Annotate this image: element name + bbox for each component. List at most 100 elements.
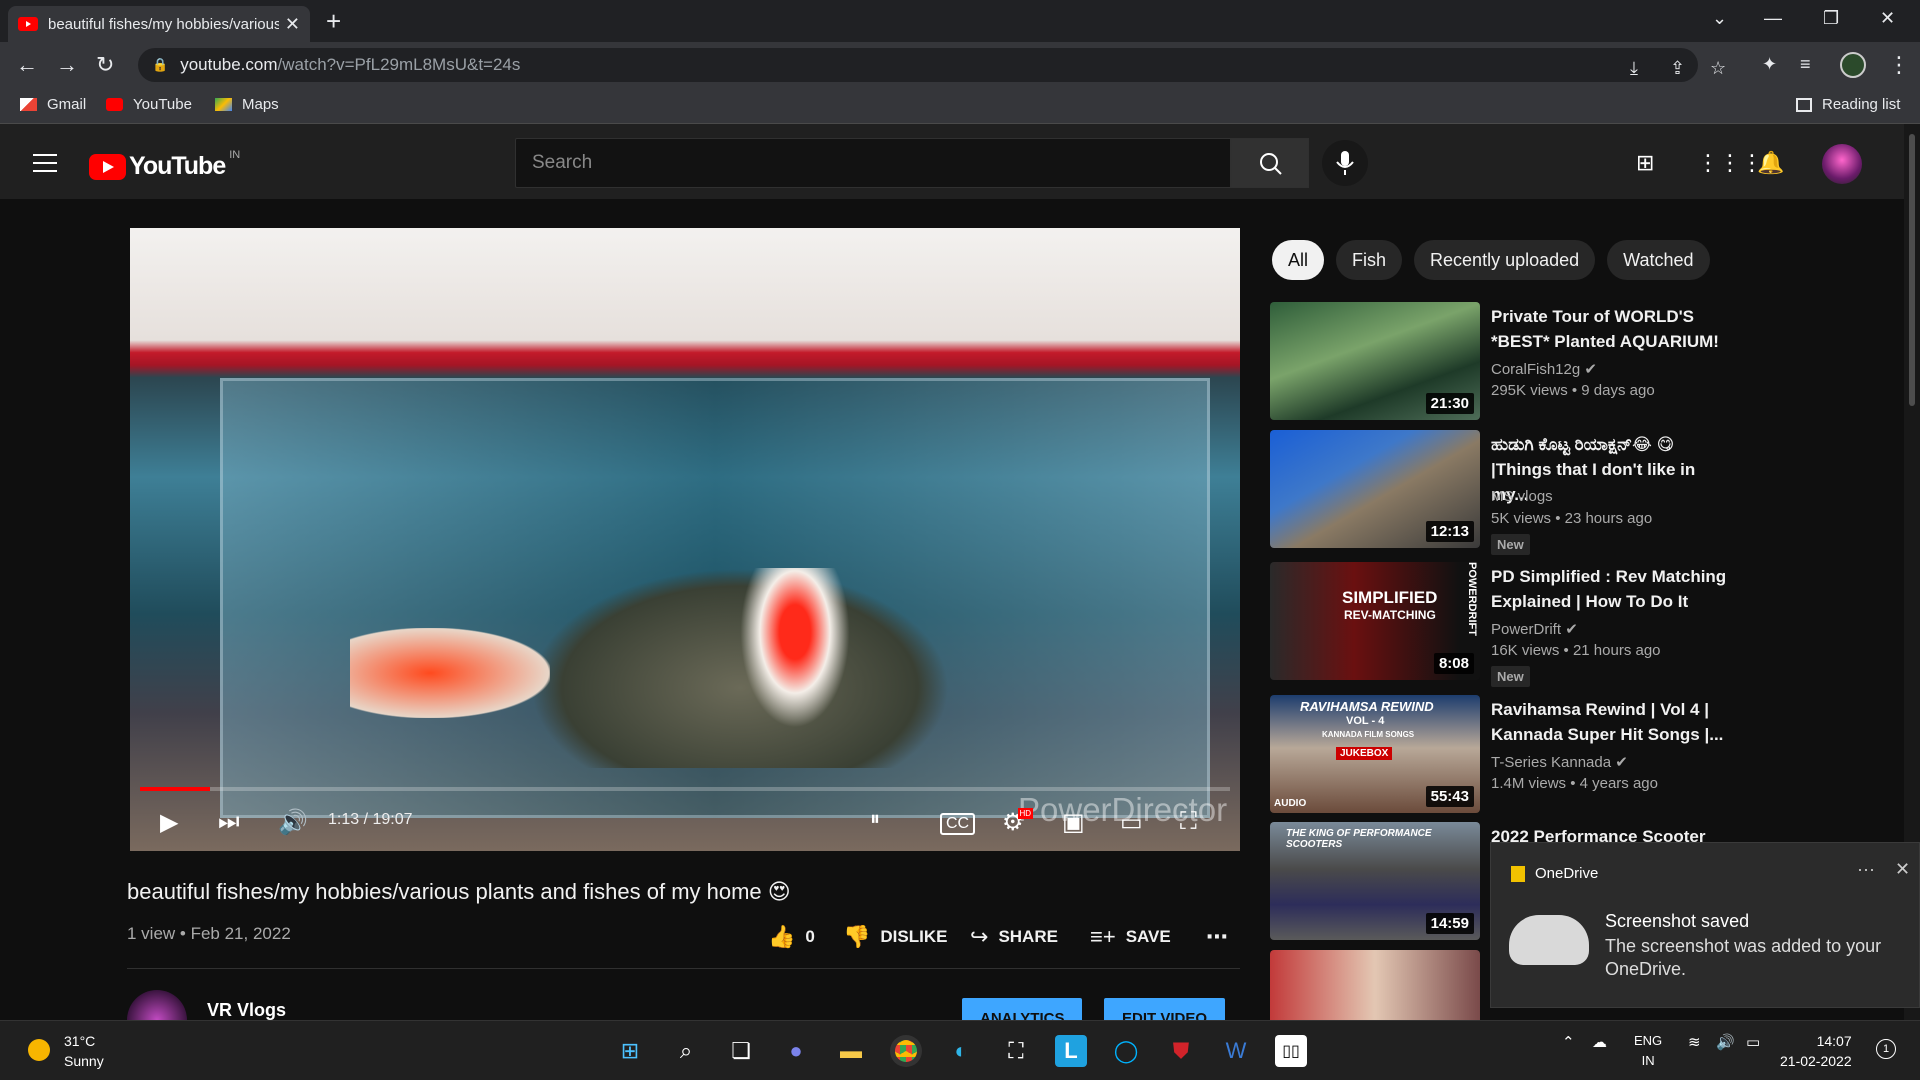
chrome-icon[interactable] xyxy=(890,1035,922,1067)
profile-icon[interactable] xyxy=(1840,52,1866,78)
close-window-icon[interactable]: ✕ xyxy=(1880,8,1895,29)
mcafee-icon[interactable]: ⛊ xyxy=(1165,1035,1197,1067)
video-thumbnail[interactable]: 12:13 xyxy=(1270,430,1480,548)
back-icon[interactable]: ← xyxy=(16,52,38,78)
like-button[interactable]: 👍 0 xyxy=(768,924,815,950)
clock[interactable]: 14:07 21-02-2022 xyxy=(1780,1031,1852,1071)
recommendation-item[interactable]: SIMPLIFIED REV-MATCHING POWERDRIFT 8:08 … xyxy=(1270,562,1870,687)
sun-icon[interactable] xyxy=(28,1039,50,1061)
forward-icon[interactable]: → xyxy=(56,52,78,78)
video-thumbnail[interactable]: SIMPLIFIED REV-MATCHING POWERDRIFT 8:08 xyxy=(1270,562,1480,680)
battery-icon[interactable]: ▭ xyxy=(1746,1033,1760,1051)
rec-channel[interactable]: MS vlogs xyxy=(1491,488,1553,505)
search-button[interactable] xyxy=(1231,138,1309,188)
menu-icon[interactable] xyxy=(33,154,57,178)
rec-title[interactable]: PD Simplified : Rev Matching Explained |… xyxy=(1491,564,1731,614)
wifi-icon[interactable]: ≋ xyxy=(1688,1033,1701,1051)
autoplay-toggle-icon[interactable]: ⏸ xyxy=(870,808,880,831)
tray-overflow-icon[interactable]: ⌃ xyxy=(1562,1033,1575,1051)
rec-channel[interactable]: T-Series Kannada ✔ xyxy=(1491,753,1628,771)
language-indicator[interactable]: ENG IN xyxy=(1634,1031,1662,1071)
new-tab-button[interactable]: + xyxy=(326,8,341,34)
rec-title[interactable]: Ravihamsa Rewind | Vol 4 | Kannada Super… xyxy=(1491,697,1731,747)
reload-icon[interactable]: ↻ xyxy=(96,52,114,78)
more-actions-icon[interactable]: ⋯ xyxy=(1206,924,1228,950)
volume-icon[interactable]: 🔊 xyxy=(278,808,308,837)
recommendation-item[interactable]: 12:13 ಹುಡುಗಿ ಕೊಟ್ಟ ರಿಯಾಕ್ಷನ್😂 😋 |Things … xyxy=(1270,430,1870,555)
apps-grid-icon[interactable]: ⋮⋮⋮ xyxy=(1697,150,1763,176)
country-code: IN xyxy=(229,148,241,161)
chip-fish[interactable]: Fish xyxy=(1336,240,1403,280)
progress-bar[interactable] xyxy=(140,787,1230,791)
play-icon[interactable]: ▶ xyxy=(160,808,178,837)
video-thumbnail[interactable]: 21:30 xyxy=(1270,302,1480,420)
share-button[interactable]: ↪ SHARE xyxy=(970,924,1058,950)
rec-channel[interactable]: CoralFish12g ✔ xyxy=(1491,360,1597,378)
recommendation-item[interactable]: RAVIHAMSA REWIND VOL - 4 KANNADA FILM SO… xyxy=(1270,695,1870,813)
install-icon[interactable]: ⤓ xyxy=(1630,58,1638,79)
duration-badge: 21:30 xyxy=(1425,393,1474,414)
bookmark-gmail[interactable]: Gmail xyxy=(20,96,86,113)
bookmark-maps[interactable]: Maps xyxy=(215,96,279,113)
theater-mode-icon[interactable]: ▭ xyxy=(1120,808,1143,837)
account-avatar[interactable] xyxy=(1822,144,1862,184)
notifications-bell-icon[interactable]: 🔔 xyxy=(1757,150,1784,176)
tab-search-icon[interactable]: ⌄ xyxy=(1712,8,1727,29)
chip-watched[interactable]: Watched xyxy=(1607,240,1710,280)
chip-all[interactable]: All xyxy=(1272,240,1325,280)
weather-widget[interactable]: 31°C Sunny xyxy=(64,1031,104,1071)
chip-recently-uploaded[interactable]: Recently uploaded xyxy=(1414,240,1596,280)
search-icon[interactable]: ⌕ xyxy=(670,1035,702,1067)
search-icon xyxy=(1260,153,1282,175)
video-thumbnail[interactable] xyxy=(1270,950,1480,1020)
onedrive-tray-icon[interactable]: ☁ xyxy=(1592,1033,1607,1051)
create-video-icon[interactable]: ⊞ xyxy=(1636,150,1654,176)
l-app-icon[interactable]: L xyxy=(1055,1035,1087,1067)
onedrive-notification[interactable]: OneDrive ··· ✕ Screenshot saved The scre… xyxy=(1490,842,1920,1008)
task-view-icon[interactable]: ❏ xyxy=(725,1035,757,1067)
miniplayer-icon[interactable]: ▣ xyxy=(1062,808,1085,837)
video-frame xyxy=(130,228,1240,851)
recommendation-item[interactable]: 21:30 Private Tour of WORLD'S *BEST* Pla… xyxy=(1270,302,1870,420)
search-input[interactable]: Search xyxy=(515,138,1231,188)
video-thumbnail[interactable]: RAVIHAMSA REWIND VOL - 4 KANNADA FILM SO… xyxy=(1270,695,1480,813)
share-icon[interactable]: ⇪ xyxy=(1670,58,1685,79)
notification-badge[interactable]: 1 xyxy=(1876,1039,1896,1059)
rec-channel[interactable]: PowerDrift ✔ xyxy=(1491,620,1578,638)
start-icon[interactable]: ⊞ xyxy=(614,1035,646,1067)
browser-tab[interactable]: beautiful fishes/my hobbies/various ✕ xyxy=(8,6,310,42)
bookmark-star-icon[interactable]: ☆ xyxy=(1710,58,1726,79)
bookmark-youtube[interactable]: YouTube xyxy=(106,96,192,113)
next-icon[interactable]: ⏭ xyxy=(218,808,240,836)
address-bar[interactable]: 🔒 youtube.com/watch?v=PfL29mL8MsU&t=24s … xyxy=(138,48,1726,82)
speaker-icon[interactable]: 🔊 xyxy=(1716,1033,1735,1051)
settings-gear-icon[interactable]: ⚙HD xyxy=(1002,808,1039,837)
w-app-icon[interactable]: W xyxy=(1220,1035,1252,1067)
voice-search-button[interactable] xyxy=(1322,140,1368,186)
cortana-icon[interactable]: ◯ xyxy=(1110,1035,1142,1067)
store-icon[interactable]: ⛶ xyxy=(1000,1035,1032,1067)
toast-menu-icon[interactable]: ··· xyxy=(1857,859,1875,880)
chat-icon[interactable]: ● xyxy=(780,1035,812,1067)
media-control-icon[interactable]: ≡ xyxy=(1800,54,1811,75)
file-explorer-icon[interactable]: ▬ xyxy=(835,1035,867,1067)
dolby-app-icon[interactable]: ▯▯ xyxy=(1275,1035,1307,1067)
captions-icon[interactable]: CC xyxy=(940,813,976,835)
minimize-icon[interactable]: — xyxy=(1764,8,1782,29)
video-player[interactable]: PowerDirector ▶ ⏭ 🔊 1:13 / 19:07 ⏸ CC ⚙H… xyxy=(130,228,1240,851)
bookmark-label: YouTube xyxy=(133,96,192,113)
restore-icon[interactable]: ❐ xyxy=(1823,8,1839,29)
extensions-icon[interactable]: ✦ xyxy=(1762,54,1777,75)
rec-title[interactable]: Private Tour of WORLD'S *BEST* Planted A… xyxy=(1491,304,1731,354)
save-button[interactable]: ≡+ SAVE xyxy=(1090,924,1171,950)
channel-name[interactable]: VR Vlogs xyxy=(207,1000,286,1021)
toast-close-icon[interactable]: ✕ xyxy=(1895,859,1910,880)
fullscreen-icon[interactable]: ⛶ xyxy=(1180,808,1197,836)
dislike-button[interactable]: 👎 DISLIKE xyxy=(843,924,947,950)
video-thumbnail[interactable]: THE KING OF PERFORMANCE SCOOTERS 14:59 xyxy=(1270,822,1480,940)
youtube-logo[interactable]: YouTube IN xyxy=(89,148,241,181)
reading-list-button[interactable]: Reading list xyxy=(1796,96,1900,113)
chrome-menu-icon[interactable]: ⋮ xyxy=(1888,52,1910,78)
edge-icon[interactable]: ◐ xyxy=(945,1035,977,1067)
tab-close-icon[interactable]: ✕ xyxy=(285,14,300,35)
